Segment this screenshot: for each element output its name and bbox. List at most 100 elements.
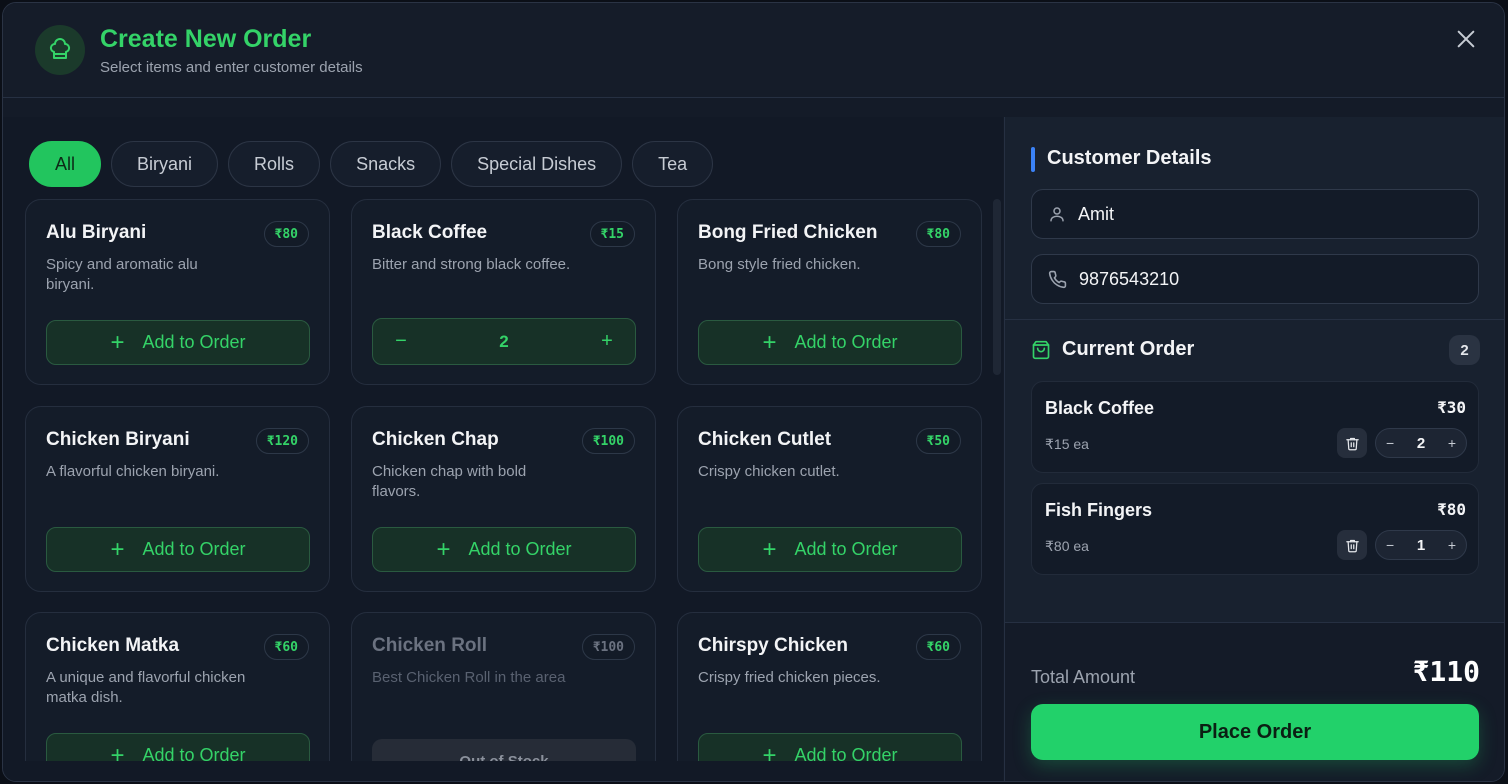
menu-item-card: Chicken Roll ₹100 Best Chicken Roll in t… <box>351 612 656 761</box>
menu-item-description: Bong style fried chicken. <box>698 256 861 273</box>
customer-phone-value: 9876543210 <box>1079 268 1180 289</box>
menu-item-card: Chirspy Chicken ₹60 Crispy fried chicken… <box>677 612 982 761</box>
menu-item-name: Chirspy Chicken <box>698 635 848 656</box>
quantity-value: 2 <box>499 331 509 351</box>
order-item-name: Black Coffee <box>1045 398 1155 418</box>
customer-name-field[interactable]: Amit <box>1031 189 1479 239</box>
order-item-name: Fish Fingers <box>1045 500 1153 520</box>
increase-quantity-button[interactable]: + <box>1448 537 1456 553</box>
order-footer: Total Amount ₹110 Place Order <box>1005 622 1504 781</box>
add-to-order-label: Add to Order <box>468 539 572 559</box>
menu-item-card: Black Coffee ₹15 Bitter and strong black… <box>351 199 656 385</box>
place-order-button[interactable]: Place Order <box>1031 704 1479 760</box>
menu-item-card: Chicken Chap ₹100 Chicken chap with bold… <box>351 406 656 592</box>
tab-all[interactable]: All <box>29 141 102 187</box>
trash-icon <box>1345 437 1359 450</box>
add-to-order-label: Add to Order <box>794 332 898 352</box>
tab-biryani[interactable]: Biryani <box>111 141 219 187</box>
plus-icon: + <box>110 328 125 356</box>
decrease-quantity-button[interactable]: − <box>1386 435 1394 451</box>
menu-item-price: ₹100 <box>581 428 635 454</box>
order-quantity-stepper: − 2 + <box>1375 428 1467 458</box>
increase-quantity-button[interactable]: + <box>1448 435 1456 451</box>
remove-item-button[interactable] <box>1337 530 1367 560</box>
menu-item-price: ₹80 <box>915 221 961 247</box>
create-order-modal: Create New Order Select items and enter … <box>2 2 1505 782</box>
plus-icon: + <box>762 741 777 761</box>
increase-quantity-button[interactable]: + <box>597 330 617 353</box>
add-to-order-button[interactable]: + Add to Order <box>46 527 310 572</box>
add-to-order-label: Add to Order <box>142 539 246 559</box>
add-to-order-label: Add to Order <box>142 332 246 352</box>
menu-item-name: Black Coffee <box>372 222 488 243</box>
order-item: Fish Fingers ₹80 ₹80 ea − 1 + <box>1031 483 1479 575</box>
add-to-order-button[interactable]: + Add to Order <box>372 527 636 572</box>
menu-item-card: Alu Biryani ₹80 Spicy and aromatic alu b… <box>25 199 330 385</box>
menu-item-name: Chicken Cutlet <box>698 429 832 450</box>
order-item-total: ₹80 <box>1437 500 1466 519</box>
customer-details-title: Customer Details <box>1047 147 1212 169</box>
order-item-unit-price: ₹15 ea <box>1045 436 1089 452</box>
menu-item-card: Chicken Cutlet ₹50 Crispy chicken cutlet… <box>677 406 982 592</box>
order-item-total: ₹30 <box>1437 398 1466 417</box>
phone-icon <box>1048 270 1067 288</box>
add-to-order-label: Add to Order <box>794 745 898 761</box>
user-icon <box>1050 207 1064 222</box>
menu-item-price: ₹15 <box>589 221 635 247</box>
category-tabs: All Biryani Rolls Snacks Special Dishes Tea <box>29 141 714 187</box>
modal-title: Create New Order <box>100 25 312 53</box>
tab-snacks[interactable]: Snacks <box>330 141 442 187</box>
add-to-order-label: Add to Order <box>142 745 246 761</box>
trash-icon <box>1345 539 1359 552</box>
menu-item-card: Bong Fried Chicken ₹80 Bong style fried … <box>677 199 982 385</box>
order-item-unit-price: ₹80 ea <box>1045 538 1089 554</box>
menu-item-name: Chicken Chap <box>372 429 499 450</box>
menu-item-description: A unique and flavorful chicken matka dis… <box>46 669 246 706</box>
add-to-order-button[interactable]: + Add to Order <box>698 733 962 761</box>
close-button[interactable] <box>1450 23 1482 55</box>
decrease-quantity-button[interactable]: − <box>1386 537 1394 553</box>
total-amount-value: ₹110 <box>1412 655 1480 688</box>
plus-icon: + <box>110 741 125 761</box>
add-to-order-button[interactable]: + Add to Order <box>698 320 962 365</box>
customer-name-value: Amit <box>1078 203 1114 224</box>
menu-grid: Alu Biryani ₹80 Spicy and aromatic alu b… <box>25 199 985 761</box>
modal-subtitle: Select items and enter customer details <box>100 59 363 76</box>
order-panel: Customer Details Amit 9876543210 Current… <box>1004 117 1504 781</box>
menu-item-description: Crispy chicken cutlet. <box>698 463 840 480</box>
plus-icon: + <box>110 535 125 563</box>
decrease-quantity-button[interactable]: − <box>391 330 411 353</box>
menu-scrollbar[interactable] <box>993 199 1001 375</box>
plus-icon: + <box>436 535 451 563</box>
chef-hat-icon <box>35 25 85 75</box>
add-to-order-button[interactable]: + Add to Order <box>698 527 962 572</box>
menu-item-price: ₹80 <box>263 221 309 247</box>
remove-item-button[interactable] <box>1337 428 1367 458</box>
menu-item-price: ₹60 <box>915 634 961 660</box>
order-item-quantity: 2 <box>1416 434 1426 452</box>
tab-rolls[interactable]: Rolls <box>228 141 321 187</box>
menu-item-name: Bong Fried Chicken <box>698 222 878 243</box>
menu-item-description: Bitter and strong black coffee. <box>372 256 571 273</box>
customer-phone-field[interactable]: 9876543210 <box>1031 254 1479 304</box>
plus-icon: + <box>762 535 777 563</box>
menu-item-name: Chicken Roll <box>372 635 488 656</box>
add-to-order-button[interactable]: + Add to Order <box>46 320 310 365</box>
section-divider <box>1005 319 1504 320</box>
menu-panel: All Biryani Rolls Snacks Special Dishes Tea A… <box>3 117 1003 781</box>
plus-icon: + <box>762 328 777 356</box>
add-to-order-button[interactable]: + Add to Order <box>46 733 310 761</box>
menu-item-price: ₹120 <box>255 428 309 454</box>
quantity-stepper: − 2 + <box>372 318 636 365</box>
tab-tea[interactable]: Tea <box>632 141 714 187</box>
tab-special-dishes[interactable]: Special Dishes <box>451 141 623 187</box>
current-order-title: Current Order <box>1062 338 1195 360</box>
order-item-quantity: 1 <box>1416 536 1426 554</box>
menu-item-name: Chicken Matka <box>46 635 180 656</box>
menu-item-description: Spicy and aromatic alu biryani. <box>46 256 198 293</box>
menu-item-card: Chicken Biryani ₹120 A flavorful chicken… <box>25 406 330 592</box>
out-of-stock-label: Out of Stock <box>372 739 636 761</box>
menu-item-name: Chicken Biryani <box>46 429 190 450</box>
menu-item-price: ₹60 <box>263 634 309 660</box>
menu-item-description: Crispy fried chicken pieces. <box>698 669 881 686</box>
